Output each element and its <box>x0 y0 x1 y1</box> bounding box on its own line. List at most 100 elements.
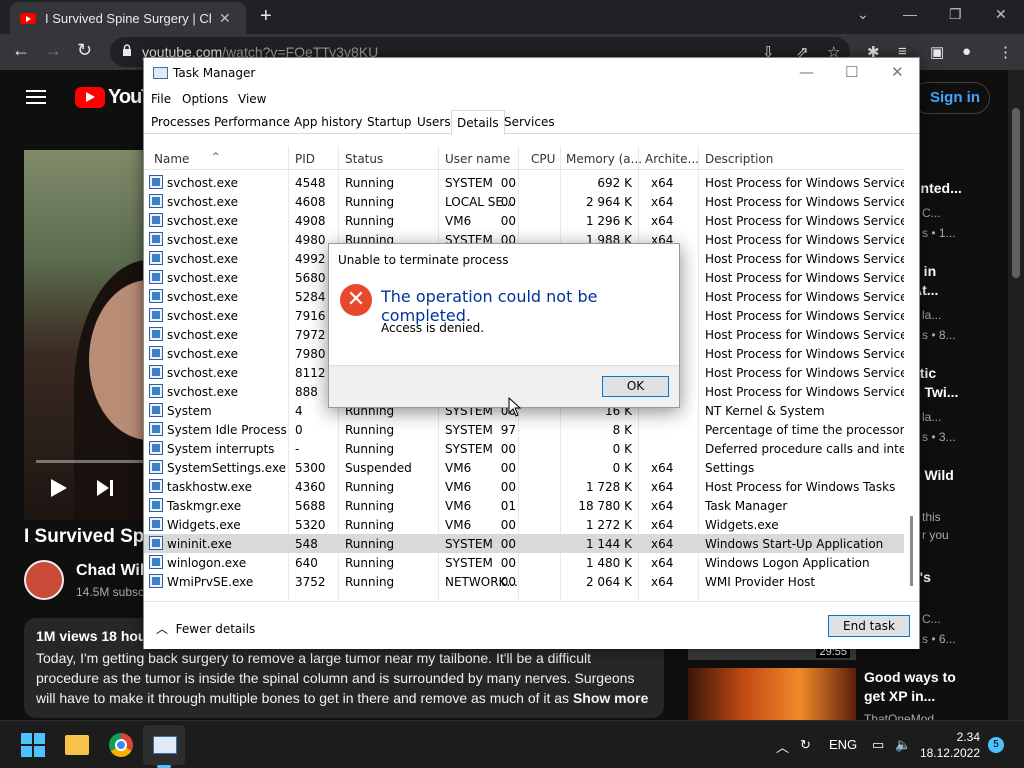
clock[interactable]: 2.34 18.12.2022 <box>918 729 980 761</box>
page-scrollbar-thumb[interactable] <box>1012 108 1020 278</box>
process-icon <box>149 251 163 265</box>
table-row[interactable]: SystemSettings.exe 5300 Suspended VM6 00 0 K x… <box>144 458 904 477</box>
forward-icon[interactable]: → <box>44 40 62 61</box>
process-memory: 1 272 K <box>585 518 632 532</box>
video-progress-bar[interactable] <box>36 460 154 463</box>
col-header-description[interactable]: Description <box>705 152 773 166</box>
table-row[interactable]: WmiPrvSE.exe 3752 Running NETWORK... 00 2 064… <box>144 572 904 591</box>
col-header-pid[interactable]: PID <box>295 152 315 166</box>
tab-close-icon[interactable]: ✕ <box>219 10 231 27</box>
table-scrollbar[interactable] <box>904 146 919 600</box>
col-header-cpu[interactable]: CPU <box>531 152 555 166</box>
process-pid: 548 <box>295 537 318 551</box>
process-name: svchost.exe <box>167 176 238 190</box>
table-row[interactable]: System interrupts - Running SYSTEM 00 0 K Defe… <box>144 439 904 458</box>
close-window-icon[interactable]: ✕ <box>995 6 1007 23</box>
table-scrollbar-thumb[interactable] <box>910 516 913 586</box>
tm-maximize-icon[interactable]: ☐ <box>845 63 858 81</box>
tab-performance[interactable]: Performance <box>214 115 290 129</box>
start-windows-icon[interactable] <box>21 733 45 757</box>
tab-details[interactable]: Details <box>451 110 505 135</box>
process-description: Host Process for Windows Services <box>705 271 904 285</box>
network-icon[interactable]: ▭ <box>872 737 884 753</box>
volume-icon[interactable]: 🔈 <box>895 737 911 753</box>
side-panel-icon[interactable]: ▣ <box>930 43 944 61</box>
tm-close-icon[interactable]: ✕ <box>891 63 904 81</box>
profile-icon[interactable]: ● <box>962 43 971 60</box>
chrome-icon[interactable] <box>109 733 133 757</box>
col-header-memory[interactable]: Memory (a... <box>566 152 642 166</box>
table-row[interactable]: svchost.exe 4908 Running VM6 00 1 296 K x64 Hos… <box>144 211 904 230</box>
process-user: VM6 <box>445 461 472 475</box>
process-description: Host Process for Windows Tasks <box>705 480 896 494</box>
play-icon[interactable] <box>51 479 67 497</box>
video-player[interactable] <box>24 150 154 520</box>
col-header-status[interactable]: Status <box>345 152 383 166</box>
process-arch: x64 <box>651 195 674 209</box>
table-row[interactable]: Taskmgr.exe 5688 Running VM6 01 18 780 K x64 Ta… <box>144 496 904 515</box>
process-description: Host Process for Windows Services <box>705 252 904 266</box>
clock-time: 2.34 <box>956 730 980 744</box>
tab-startup[interactable]: Startup <box>367 115 412 129</box>
rec-title[interactable]: Good ways to get XP in... <box>864 668 956 706</box>
process-icon <box>149 175 163 189</box>
process-status: Running <box>345 442 395 456</box>
menu-icon[interactable]: ⋮ <box>998 43 1013 61</box>
minimize-icon[interactable]: — <box>903 6 917 22</box>
tab-search-icon[interactable]: ⌄ <box>857 6 869 23</box>
menu-view[interactable]: View <box>238 92 266 106</box>
channel-name[interactable]: Chad Wil <box>76 562 144 580</box>
table-row[interactable]: svchost.exe 4548 Running SYSTEM 00 692 K x64 Ho… <box>144 173 904 192</box>
table-row[interactable]: Widgets.exe 5320 Running VM6 00 1 272 K x64 Wid… <box>144 515 904 534</box>
browser-tab[interactable]: I Survived Spine Surgery | Chad W ✕ <box>10 2 246 34</box>
task-manager-taskbar-icon[interactable] <box>153 736 177 754</box>
process-arch: x64 <box>651 461 674 475</box>
sign-in-button[interactable]: Sign in <box>912 82 990 114</box>
ok-button[interactable]: OK <box>602 376 669 397</box>
process-arch: x64 <box>651 214 674 228</box>
input-language[interactable]: ENG <box>829 737 857 752</box>
process-name: SystemSettings.exe <box>167 461 287 475</box>
reload-icon[interactable]: ↻ <box>77 40 92 61</box>
hamburger-menu-icon[interactable] <box>26 90 46 104</box>
table-row[interactable]: taskhostw.exe 4360 Running VM6 00 1 728 K x64 H… <box>144 477 904 496</box>
sync-icon[interactable]: ↻ <box>800 737 811 753</box>
show-hidden-icons-icon[interactable]: ︿ <box>776 737 789 756</box>
next-icon[interactable] <box>96 479 114 497</box>
col-header-username[interactable]: User name <box>445 152 510 166</box>
rec-thumbnail[interactable] <box>688 668 856 728</box>
col-header-name[interactable]: Name <box>154 152 189 166</box>
show-more-button[interactable]: Show more <box>573 690 648 706</box>
table-row[interactable]: svchost.exe 4608 Running LOCAL SE... 00 2 964… <box>144 192 904 211</box>
file-explorer-icon[interactable] <box>65 735 89 755</box>
process-name: svchost.exe <box>167 366 238 380</box>
page-scrollbar[interactable] <box>1008 70 1024 720</box>
restore-icon[interactable]: ❐ <box>949 6 962 23</box>
notification-badge[interactable]: 5 <box>988 737 1004 753</box>
process-icon <box>149 327 163 341</box>
process-status: Running <box>345 575 395 589</box>
new-tab-icon[interactable]: + <box>260 5 272 28</box>
process-icon <box>149 498 163 512</box>
menu-file[interactable]: File <box>151 92 171 106</box>
end-task-button[interactable]: End task <box>828 615 910 637</box>
back-icon[interactable]: ← <box>12 40 30 61</box>
menu-options[interactable]: Options <box>182 92 228 106</box>
tm-minimize-icon[interactable]: — <box>799 63 814 81</box>
process-pid: 4608 <box>295 195 326 209</box>
tab-processes[interactable]: Processes <box>151 115 210 129</box>
tab-services[interactable]: Services <box>504 115 555 129</box>
process-description: Settings <box>705 461 755 475</box>
table-row[interactable]: System Idle Process 0 Running SYSTEM 97 8 K Pe… <box>144 420 904 439</box>
col-header-arch[interactable]: Archite... <box>645 152 699 166</box>
fewer-details-button[interactable]: ︿ Fewer details <box>156 620 255 637</box>
channel-avatar[interactable] <box>24 560 64 600</box>
process-arch: x64 <box>651 575 674 589</box>
task-manager-titlebar[interactable]: Task Manager — ☐ ✕ <box>144 58 919 88</box>
process-cpu: 00 <box>500 537 516 551</box>
description-text: Today, I'm getting back surgery to remov… <box>36 648 656 708</box>
table-row[interactable]: winlogon.exe 640 Running SYSTEM 00 1 480 K x64… <box>144 553 904 572</box>
table-row[interactable]: wininit.exe 548 Running SYSTEM 00 1 144 K x64 W… <box>144 534 904 553</box>
tab-users[interactable]: Users <box>417 115 451 129</box>
tab-app-history[interactable]: App history <box>294 115 363 129</box>
